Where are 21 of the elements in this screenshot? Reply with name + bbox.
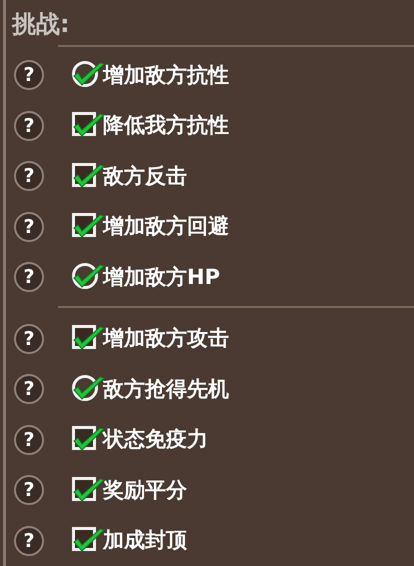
help-button[interactable]: ? <box>14 324 44 354</box>
help-button[interactable]: ? <box>14 526 44 556</box>
option-label: 敌方抢得先机 <box>103 376 229 402</box>
option-label: 敌方反击 <box>103 162 187 190</box>
help-button[interactable]: ? <box>14 60 44 90</box>
help-button[interactable]: ? <box>14 262 44 292</box>
option-label: 状态免疫力 <box>103 426 208 453</box>
option-label: 降低我方抗性 <box>103 112 229 139</box>
help-button[interactable]: ? <box>14 424 44 455</box>
option-label: 加成封顶 <box>103 527 187 554</box>
help-button[interactable]: ? <box>14 161 44 192</box>
help-button[interactable]: ? <box>14 475 44 506</box>
help-button[interactable]: ? <box>14 374 44 404</box>
option-label: 增加敌方回避 <box>103 213 229 240</box>
option-label: 增加敌方HP <box>103 264 220 290</box>
option-label: 增加敌方抗性 <box>103 62 229 88</box>
option-label: 增加敌方攻击 <box>103 325 229 352</box>
help-button[interactable]: ? <box>14 110 44 141</box>
option-label: 奖励平分 <box>103 476 187 504</box>
section-title: 挑战: <box>10 8 71 40</box>
help-button[interactable]: ? <box>14 212 44 242</box>
